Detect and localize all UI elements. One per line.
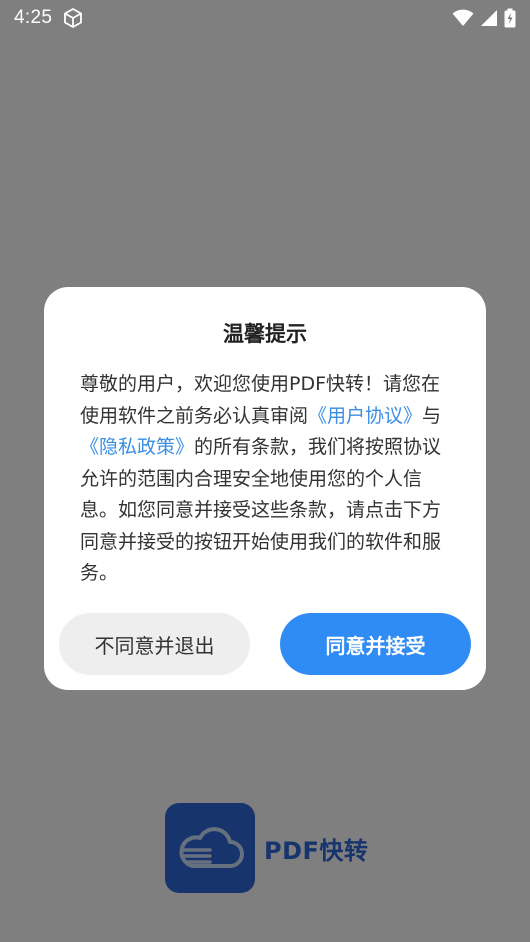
dialog-body: 尊敬的用户，欢迎您使用PDF快转！请您在使用软件之前务必认真审阅《用户协议》与《…	[80, 369, 452, 590]
body-text-2: 与	[422, 404, 442, 427]
status-time: 4:25	[14, 7, 53, 28]
battery-charging-icon	[504, 8, 516, 28]
status-bar: 4:25	[0, 0, 530, 36]
user-agreement-link[interactable]: 《用户协议》	[308, 405, 422, 427]
cell-signal-icon	[480, 9, 498, 27]
wifi-icon	[452, 9, 474, 27]
privacy-policy-link[interactable]: 《隐私政策》	[80, 436, 194, 458]
decline-and-exit-button[interactable]: 不同意并退出	[59, 613, 250, 675]
body-text-3: 的所有条款，我们将按照协议允许的范围内合理安全地使用您的个人信息。如您同意并接受…	[80, 436, 442, 584]
cube-icon	[62, 7, 84, 29]
dialog-title: 温馨提示	[223, 322, 307, 346]
privacy-dialog: 温馨提示 尊敬的用户，欢迎您使用PDF快转！请您在使用软件之前务必认真审阅《用户…	[44, 287, 486, 690]
accept-button[interactable]: 同意并接受	[280, 613, 471, 675]
